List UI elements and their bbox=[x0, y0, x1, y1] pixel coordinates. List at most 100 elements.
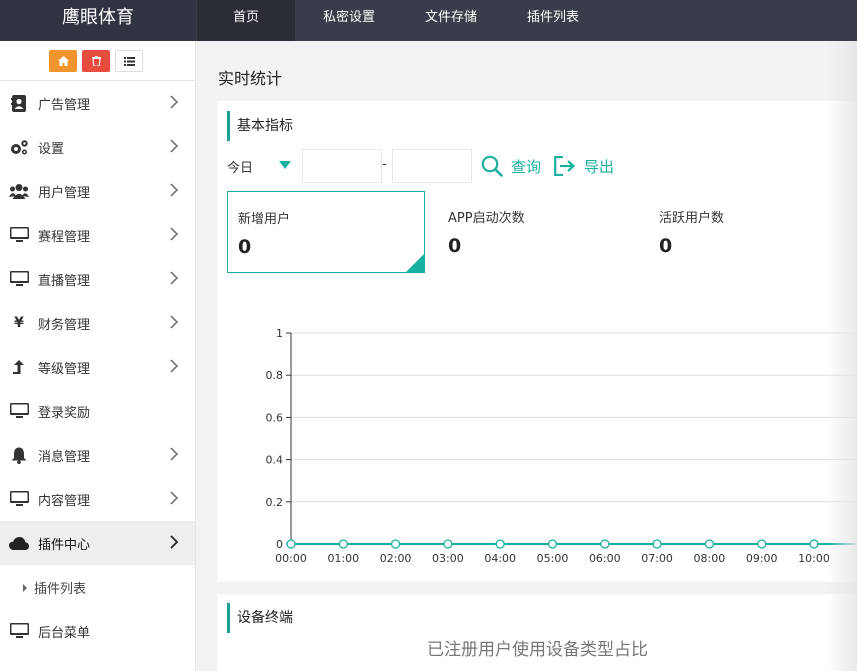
x-tick-label: 00:00 bbox=[275, 552, 307, 565]
sidebar-item-schedule[interactable]: 赛程管理 bbox=[0, 213, 195, 257]
sidebar-item-finance[interactable]: ¥ 财务管理 bbox=[0, 301, 195, 345]
home-button[interactable] bbox=[49, 50, 77, 72]
bell-icon bbox=[9, 446, 29, 464]
sidebar-item-label: 等级管理 bbox=[38, 361, 91, 377]
chevron-right-icon bbox=[170, 227, 180, 243]
x-tick-label: 02:00 bbox=[380, 552, 412, 565]
monitor-icon bbox=[9, 270, 29, 288]
chevron-right-icon bbox=[170, 139, 180, 155]
sidebar-item-label: 后台菜单 bbox=[38, 625, 91, 641]
gears-icon bbox=[9, 138, 29, 156]
sidebar-item-ads[interactable]: 广告管理 bbox=[0, 81, 195, 125]
contact-book-icon bbox=[9, 94, 29, 112]
line-chart: 0 0.2 0.4 0.6 0.8 1 00:00 01:00 02:00 03:00 04:00 0… bbox=[217, 321, 857, 581]
stat-label: 新增用户 bbox=[238, 212, 291, 227]
export-button[interactable]: 导出 bbox=[554, 154, 614, 178]
nav-file-storage[interactable]: 文件存储 bbox=[400, 0, 502, 41]
sidebar-item-label: 直播管理 bbox=[38, 273, 91, 289]
sidebar-item-label: 内容管理 bbox=[38, 493, 91, 509]
data-point bbox=[652, 539, 662, 549]
cloud-icon bbox=[9, 534, 29, 552]
caret-right-icon bbox=[23, 584, 27, 592]
delete-button[interactable] bbox=[82, 50, 110, 72]
sidebar-item-label: 赛程管理 bbox=[38, 229, 91, 245]
sidebar-item-settings[interactable]: 设置 bbox=[0, 125, 195, 169]
users-icon bbox=[9, 182, 29, 200]
filter-bar: 今日 - 查询 导出 bbox=[227, 149, 667, 183]
data-point bbox=[757, 539, 767, 549]
x-tick-label: 04:00 bbox=[484, 552, 516, 565]
monitor-icon bbox=[9, 490, 29, 508]
stat-label: APP启动次数 bbox=[448, 211, 525, 226]
data-point bbox=[600, 539, 610, 549]
stat-app-launches[interactable]: APP启动次数 0 bbox=[438, 191, 636, 273]
end-date-input[interactable] bbox=[392, 149, 472, 183]
search-icon bbox=[481, 155, 503, 177]
sidebar-item-label: 用户管理 bbox=[38, 185, 91, 201]
arrow-up-icon bbox=[9, 358, 29, 376]
data-point bbox=[286, 539, 296, 549]
y-tick-label: 0.2 bbox=[266, 496, 284, 509]
list-button[interactable] bbox=[115, 50, 143, 72]
chevron-right-icon bbox=[170, 183, 180, 199]
chevron-right-icon bbox=[170, 359, 180, 375]
chevron-right-icon bbox=[170, 535, 180, 551]
device-chart-subtitle: 已注册用户使用设备类型占比 bbox=[427, 640, 648, 660]
stat-label: 活跃用户数 bbox=[659, 211, 725, 226]
sidebar-item-plugin-center[interactable]: 插件中心 bbox=[0, 521, 195, 565]
export-icon bbox=[554, 156, 576, 176]
sidebar-item-label: 插件中心 bbox=[38, 537, 91, 553]
monitor-icon bbox=[9, 622, 29, 640]
sidebar-item-admin-menu[interactable]: 后台菜单 bbox=[0, 609, 195, 653]
trash-icon bbox=[91, 56, 101, 66]
device-terminal-heading: 设备终端 bbox=[227, 603, 427, 633]
data-point bbox=[704, 539, 715, 549]
sidebar-item-levels[interactable]: 等级管理 bbox=[0, 345, 195, 389]
selected-corner-marker bbox=[406, 254, 424, 272]
sidebar-item-label: 插件列表 bbox=[34, 581, 87, 597]
stat-new-users[interactable]: 新增用户 0 bbox=[227, 191, 425, 273]
x-tick-label: 07:00 bbox=[641, 552, 673, 565]
sidebar-item-live[interactable]: 直播管理 bbox=[0, 257, 195, 301]
y-tick-label: 0.4 bbox=[266, 454, 284, 467]
period-select[interactable]: 今日 bbox=[227, 157, 253, 176]
y-tick-label: 0 bbox=[276, 538, 283, 551]
sidebar-item-login-reward[interactable]: 登录奖励 bbox=[0, 389, 195, 433]
chevron-right-icon bbox=[170, 491, 180, 507]
chevron-right-icon bbox=[170, 447, 180, 463]
sidebar-item-content[interactable]: 内容管理 bbox=[0, 477, 195, 521]
y-tick-label: 0.8 bbox=[266, 369, 284, 382]
x-tick-label: 08:00 bbox=[694, 552, 726, 565]
chevron-right-icon bbox=[170, 95, 180, 111]
list-icon bbox=[123, 56, 135, 66]
y-tick-label: 1 bbox=[276, 327, 283, 340]
app-title[interactable]: 鹰眼体育 bbox=[0, 0, 196, 41]
x-tick-label: 01:00 bbox=[327, 552, 359, 565]
y-tick-label: 0.6 bbox=[266, 411, 284, 424]
caret-down-icon[interactable] bbox=[279, 161, 291, 169]
nav-home[interactable]: 首页 bbox=[197, 0, 296, 41]
data-point bbox=[390, 539, 401, 549]
x-tick-label: 05:00 bbox=[537, 552, 569, 565]
basic-metrics-heading: 基本指标 bbox=[227, 111, 427, 141]
home-icon bbox=[57, 56, 69, 66]
sidebar-item-label: 登录奖励 bbox=[38, 405, 91, 421]
stat-active-users[interactable]: 活跃用户数 0 bbox=[649, 191, 847, 273]
sidebar-item-users[interactable]: 用户管理 bbox=[0, 169, 195, 213]
data-point bbox=[547, 539, 558, 549]
sidebar-item-label: 设置 bbox=[38, 141, 65, 157]
device-terminal-card: 设备终端 已注册用户使用设备类型占比 bbox=[217, 594, 857, 671]
data-point bbox=[495, 539, 505, 549]
sidebar-item-messages[interactable]: 消息管理 bbox=[0, 433, 195, 477]
sidebar-subitem-plugin-list[interactable]: 插件列表 bbox=[0, 565, 195, 609]
nav-plugin-list[interactable]: 插件列表 bbox=[502, 0, 604, 41]
data-point bbox=[338, 539, 348, 549]
nav-private-settings[interactable]: 私密设置 bbox=[295, 0, 400, 41]
search-button[interactable]: 查询 bbox=[481, 154, 541, 178]
sidebar-item-label: 财务管理 bbox=[38, 317, 91, 333]
top-bar: 鹰眼体育 首页 私密设置 文件存储 插件列表 bbox=[0, 0, 857, 41]
search-label: 查询 bbox=[511, 157, 542, 176]
basic-metrics-card: 基本指标 今日 - 查询 导出 新增用户 0 APP启动次数 0 活跃用户数 0… bbox=[217, 101, 857, 582]
start-date-input[interactable] bbox=[302, 149, 382, 183]
line-chart-svg: 0 0.2 0.4 0.6 0.8 1 00:00 01:00 02:00 03:00 04:00 0… bbox=[266, 327, 857, 565]
